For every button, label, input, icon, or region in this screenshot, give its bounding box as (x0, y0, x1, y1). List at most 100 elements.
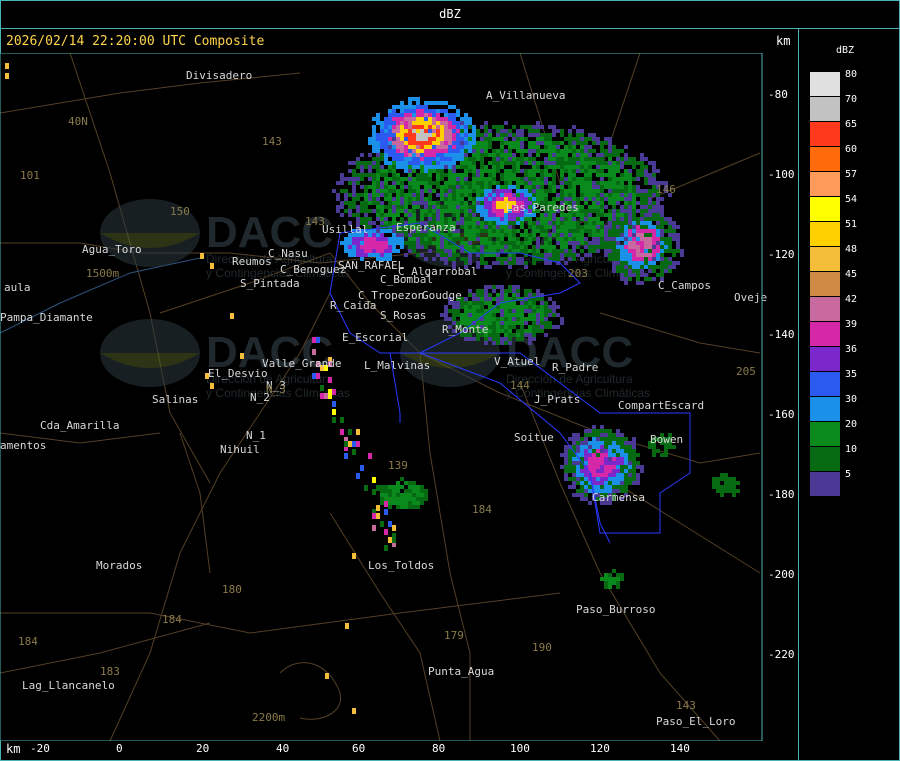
legend-swatch-65 (810, 122, 840, 146)
legend-swatch-57 (810, 172, 840, 196)
y-tick: -160 (768, 408, 795, 421)
place-label: amentos (0, 439, 46, 452)
legend-label-42: 42 (845, 294, 858, 305)
place-label: S_Rosas (380, 309, 426, 322)
place-label: E_Escorial (342, 331, 408, 344)
place-label: Goudge (422, 289, 462, 302)
place-label: Morados (96, 559, 142, 572)
timestamp-label: 2026/02/14 22:20:00 UTC Composite (6, 34, 265, 49)
place-label: Lag_Llancanelo (22, 679, 115, 692)
legend-swatch-35 (810, 372, 840, 396)
legend-swatch-30 (810, 397, 840, 421)
product-title: dBZ (439, 7, 461, 21)
legend-title: dBZ (836, 45, 855, 56)
legend-label-48: 48 (845, 244, 858, 255)
x-tick: -20 (30, 742, 50, 755)
route-label: 203 (568, 267, 588, 280)
route-label: 139 (388, 459, 408, 472)
legend-swatch-70 (810, 97, 840, 121)
legend-label-65: 65 (845, 119, 858, 130)
place-label: C_Bombal (380, 273, 433, 286)
place-label: J_Prats (534, 393, 580, 406)
y-tick: -120 (768, 248, 795, 261)
legend-label-54: 54 (845, 194, 858, 205)
place-label: A_Villanueva (486, 89, 565, 102)
route-label: N_3 (266, 383, 286, 396)
route-label: 143 (305, 215, 325, 228)
route-label: 40N (68, 115, 88, 128)
route-label: 143 (676, 699, 696, 712)
km-unit-bottom: km (6, 742, 21, 756)
place-label: R_Monte (442, 323, 488, 336)
place-label: Paso_Burroso (576, 603, 655, 616)
place-label: Las_Paredes (506, 201, 579, 214)
legend-label-45: 45 (845, 269, 858, 280)
legend-label-39: 39 (845, 319, 858, 330)
place-label: Reumos (232, 255, 272, 268)
route-label: 184 (18, 635, 38, 648)
legend-label-60: 60 (845, 144, 858, 155)
legend-label-57: 57 (845, 169, 858, 180)
route-label: 101 (20, 169, 40, 182)
y-tick: -80 (768, 88, 788, 101)
place-label: aula (4, 281, 31, 294)
legend-swatch-10 (810, 447, 840, 471)
route-label: 2200m (252, 711, 285, 724)
title-bar: dBZ (0, 0, 900, 29)
legend-swatch-54 (810, 197, 840, 221)
place-label: Pampa_Diamante (0, 311, 93, 324)
legend-swatch-60 (810, 147, 840, 171)
place-label: C_Benoguez (280, 263, 346, 276)
x-tick: 40 (276, 742, 290, 755)
legend-label-5: 5 (845, 469, 852, 480)
route-label: 180 (222, 583, 242, 596)
x-tick: 100 (510, 742, 530, 755)
place-label: Carmensa (592, 491, 645, 504)
place-label: Paso_El_Loro (656, 715, 735, 728)
place-label: Divisadero (186, 69, 252, 82)
place-label: Bowen (650, 433, 683, 446)
place-label: N_1 (246, 429, 266, 442)
route-label: 184 (162, 613, 182, 626)
legend-label-36: 36 (845, 344, 858, 355)
place-label: Nihuil (220, 443, 260, 456)
place-label: Usillal (322, 223, 368, 236)
legend-label-70: 70 (845, 94, 858, 105)
x-tick: 140 (670, 742, 690, 755)
legend-label-30: 30 (845, 394, 858, 405)
y-tick: -180 (768, 488, 795, 501)
legend-swatch-39 (810, 322, 840, 346)
place-label: R_Caida (330, 299, 376, 312)
route-label: 1500m (86, 267, 119, 280)
place-label: SAN_RAFAEL (338, 259, 405, 272)
place-label: El_Desvio (208, 367, 268, 380)
place-label: C_Campos (658, 279, 711, 292)
route-label: 184 (472, 503, 492, 516)
route-label: 146 (656, 183, 676, 196)
legend-swatch-36 (810, 347, 840, 371)
legend-swatch-20 (810, 422, 840, 446)
x-tick: 80 (432, 742, 446, 755)
x-tick: 120 (590, 742, 610, 755)
place-label: C_Nasu (268, 247, 308, 260)
y-tick: -100 (768, 168, 795, 181)
legend-label-80: 80 (845, 69, 858, 80)
radar-map[interactable]: DACCDirección de Agriculturay Contingenc… (0, 53, 797, 741)
route-label: 205 (736, 365, 756, 378)
y-tick: -220 (768, 648, 795, 661)
place-label: Esperanza (396, 221, 456, 234)
legend-label-51: 51 (845, 219, 858, 230)
x-tick: 20 (196, 742, 210, 755)
y-tick: -140 (768, 328, 795, 341)
km-unit-top: km (776, 34, 791, 48)
legend-swatch-45 (810, 272, 840, 296)
legend-swatch-5 (810, 472, 840, 496)
legend-swatch-42 (810, 297, 840, 321)
place-label: Agua_Toro (82, 243, 142, 256)
legend-label-10: 10 (845, 444, 858, 455)
place-label: S_Pintada (240, 277, 300, 290)
x-tick: 60 (352, 742, 366, 755)
y-tick: -200 (768, 568, 795, 581)
route-label: 143 (262, 135, 282, 148)
place-label: Salinas (152, 393, 198, 406)
